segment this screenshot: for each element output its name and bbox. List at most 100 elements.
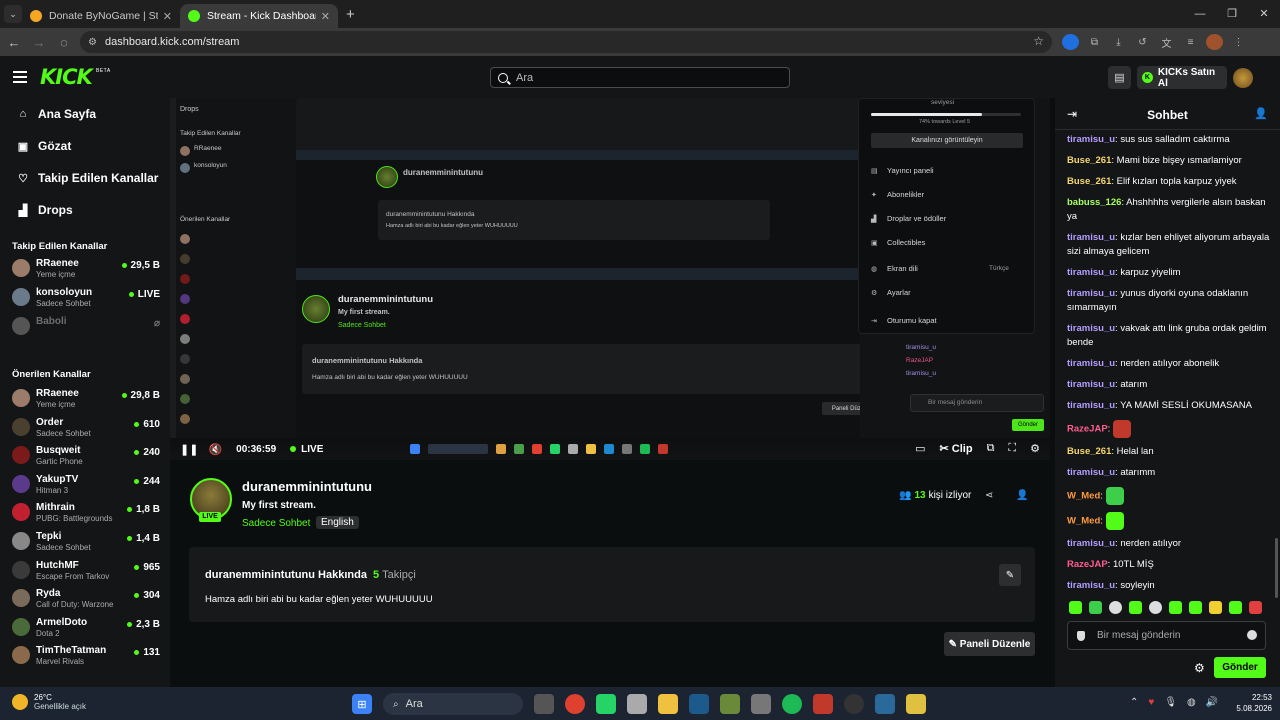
nav-home[interactable]: ⌂ Ana Sayfa [0, 98, 170, 130]
buy-kicks-button[interactable]: K KICKs Satın Al [1137, 66, 1227, 89]
sidebar-channel-armeldoto[interactable]: ArmelDoto Dota 2 2,3 B [12, 615, 162, 643]
chat-username[interactable]: tiramisu_u [1067, 232, 1115, 243]
emote-icon[interactable] [1069, 601, 1082, 614]
chat-username[interactable]: RazeJAP [1067, 424, 1108, 435]
chat-username[interactable]: tiramisu_u [1067, 267, 1115, 278]
emote-icon[interactable] [1189, 601, 1202, 614]
settings-icon[interactable] [751, 694, 771, 714]
chat-username[interactable]: tiramisu_u [1067, 467, 1115, 478]
edit-pencil-icon[interactable]: ✎ [999, 564, 1021, 586]
tab-search-dropdown-icon[interactable]: ⌄ [4, 5, 22, 23]
volume-icon[interactable]: 🔊 [1206, 697, 1218, 708]
chat-username[interactable]: Buse_261 [1067, 176, 1111, 187]
chat-input[interactable] [1097, 630, 1237, 641]
reading-list-icon[interactable]: ≡ [1182, 34, 1199, 50]
page-scrollbar[interactable] [1275, 538, 1278, 598]
profile-avatar-icon[interactable] [1206, 34, 1223, 50]
close-window-icon[interactable]: ✕ [1248, 0, 1280, 28]
chat-username[interactable]: RazeJAP [1067, 559, 1108, 570]
edit-panel-button[interactable]: ✎ Paneli Düzenle [944, 632, 1035, 656]
chat-username[interactable]: Buse_261 [1067, 155, 1111, 166]
kick-logo[interactable]: KICK [40, 65, 93, 89]
minimize-icon[interactable]: — [1184, 0, 1216, 28]
sidebar-channel-busqweit[interactable]: Busqweit Gartic Phone 240 [12, 443, 162, 471]
follow-user-icon[interactable]: 👤 [1016, 490, 1028, 501]
emote-icon[interactable] [1109, 601, 1122, 614]
restore-icon[interactable]: ❐ [1216, 0, 1248, 28]
nav-browse[interactable]: ▣ Gözat [0, 130, 170, 162]
sidebar-channel-order[interactable]: Order Sadece Sohbet 610 [12, 415, 162, 443]
chat-settings-gear-icon[interactable]: ⚙ [1194, 661, 1205, 675]
emote-icon[interactable] [1209, 601, 1222, 614]
close-tab-icon[interactable]: ✕ [163, 10, 172, 23]
chat-users-icon[interactable]: 👤 [1254, 107, 1268, 120]
sidebar-channel-rraenee[interactable]: RRaenee Yeme içme 29,8 B [12, 386, 162, 414]
close-tab-icon[interactable]: ✕ [321, 10, 330, 23]
taskbar-search[interactable]: ⌕ Ara [383, 693, 523, 715]
network-icon[interactable]: ◍ [1187, 697, 1196, 708]
chat-username[interactable]: W_Med [1067, 516, 1100, 527]
windows-start-icon[interactable]: ⊞ [352, 694, 372, 714]
weather-widget[interactable]: 26°C Genellikle açık [12, 693, 86, 711]
file-explorer-icon[interactable] [534, 694, 554, 714]
sidebar-channel-baboli[interactable]: Baboli ⌀ [12, 314, 162, 342]
hamburger-menu-icon[interactable] [13, 71, 27, 86]
share-icon[interactable]: ⋖ [985, 490, 993, 501]
stream-player[interactable]: Drops Takip Edilen Kanallar RRaenee kons… [170, 98, 1050, 460]
emote-icon[interactable] [1169, 601, 1182, 614]
sidebar-channel-hutchmf[interactable]: HutchMF Escape From Tarkov 965 [12, 558, 162, 586]
site-info-icon[interactable]: ⚙ [88, 37, 97, 48]
search-box[interactable] [490, 67, 790, 88]
whatsapp-icon[interactable] [596, 694, 616, 714]
back-icon[interactable]: ← [3, 35, 25, 50]
chat-username[interactable]: tiramisu_u [1067, 288, 1115, 299]
sidebar-channel-ryda[interactable]: Ryda Call of Duty: Warzone 304 [12, 586, 162, 614]
steam-icon[interactable] [689, 694, 709, 714]
new-tab-icon[interactable]: + [346, 6, 355, 23]
mute-icon[interactable]: 🔇 [208, 443, 222, 456]
nav-drops[interactable]: ▟ Drops [0, 194, 170, 226]
mic-icon[interactable]: 🎙 [1164, 697, 1177, 708]
store-icon[interactable] [627, 694, 647, 714]
chat-username[interactable]: Buse_261 [1067, 446, 1111, 457]
forward-icon[interactable]: → [28, 35, 50, 50]
chrome-icon[interactable] [565, 694, 585, 714]
theater-mode-icon[interactable]: ▭ [915, 442, 925, 455]
steam-active-icon[interactable] [875, 694, 895, 714]
pip-icon[interactable]: ⧉ [987, 442, 995, 455]
emote-icon[interactable] [1229, 601, 1242, 614]
app-tray-icon[interactable]: ♥ [1148, 697, 1154, 708]
omnibox[interactable]: ⚙ dashboard.kick.com/stream ☆ [80, 31, 1052, 53]
emote-icon[interactable] [1249, 601, 1262, 614]
chat-username[interactable]: tiramisu_u [1067, 358, 1115, 369]
fullscreen-icon[interactable]: ⛶ [1008, 442, 1016, 455]
chat-username[interactable]: tiramisu_u [1067, 538, 1115, 549]
spotify-icon[interactable] [782, 694, 802, 714]
loading-icon[interactable]: ◌ [53, 35, 75, 50]
chat-username[interactable]: babuss_126 [1067, 197, 1121, 208]
chat-username[interactable]: W_Med [1067, 491, 1100, 502]
download-icon[interactable]: ⤓ [1110, 34, 1127, 50]
chevron-up-icon[interactable]: ⌃ [1130, 697, 1138, 708]
chat-username[interactable]: tiramisu_u [1067, 400, 1115, 411]
translate-icon[interactable]: 文 [1158, 34, 1175, 50]
sidebar-channel-konsoloyun[interactable]: konsoloyun Sadece Sohbet LIVE [12, 285, 162, 313]
sidebar-channel-rraenee[interactable]: RRaenee Yeme içme 29,5 B [12, 256, 162, 284]
sidebar-channel-timthetatman[interactable]: TimTheTatman Marvel Rivals 131 [12, 643, 162, 671]
chat-input-box[interactable] [1067, 621, 1266, 650]
tab-kick-dashboard[interactable]: Stream - Kick Dashboard ✕ [180, 4, 338, 28]
nav-following[interactable]: ♡ Takip Edilen Kanallar [0, 162, 170, 194]
stream-category[interactable]: Sadece Sohbet [242, 518, 310, 529]
minecraft-icon[interactable] [720, 694, 740, 714]
sidebar-channel-yakuptv[interactable]: YakupTV Hitman 3 244 [12, 472, 162, 500]
extension-icon[interactable] [1062, 34, 1079, 50]
channel-name[interactable]: duranemminintutunu [242, 479, 372, 494]
emote-icon[interactable] [1149, 601, 1162, 614]
dashboard-icon[interactable]: ▤ [1108, 66, 1131, 89]
chat-username[interactable]: tiramisu_u [1067, 580, 1115, 591]
app-icon[interactable] [813, 694, 833, 714]
tab-donate[interactable]: Donate ByNoGame | Streamer S ✕ [22, 4, 180, 28]
user-avatar[interactable] [1233, 68, 1253, 88]
emote-icon[interactable] [1089, 601, 1102, 614]
chat-username[interactable]: tiramisu_u [1067, 379, 1115, 390]
